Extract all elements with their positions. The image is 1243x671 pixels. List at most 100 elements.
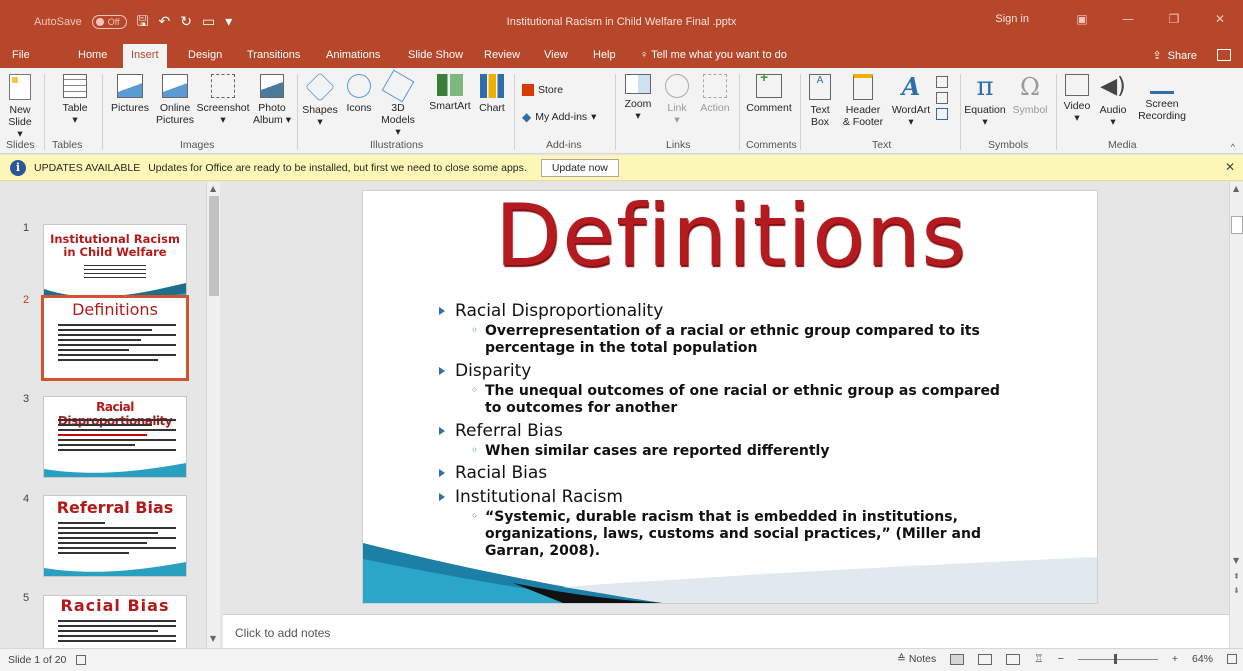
zoom-in-icon[interactable]: + xyxy=(1172,653,1178,665)
scroll-up-arrow-icon[interactable]: ▲ xyxy=(210,184,216,193)
ribbon: New Slide ▾ Table ▾ Pictures Online Pictu… xyxy=(0,68,1243,154)
object-icon[interactable] xyxy=(936,108,948,120)
icons-button[interactable]: Icons xyxy=(343,74,375,114)
tab-design[interactable]: Design xyxy=(188,49,222,61)
scroll-down-arrow-icon[interactable]: ▼ xyxy=(1233,556,1239,565)
audio-button[interactable]: ◀) Audio ▾ xyxy=(1096,74,1130,128)
slide-number-icon[interactable] xyxy=(936,92,948,104)
normal-view-icon[interactable] xyxy=(950,653,965,665)
slide-thumbnail-3[interactable]: Racial Disproportionality xyxy=(43,396,187,478)
share-button[interactable]: ⇪ Share xyxy=(1152,49,1197,63)
tab-help[interactable]: Help xyxy=(593,49,616,61)
customize-quick-access-icon[interactable]: ▾ xyxy=(225,15,232,29)
new-slide-button[interactable]: New Slide ▾ xyxy=(6,74,34,140)
tab-review[interactable]: Review xyxy=(484,49,520,61)
3d-models-button[interactable]: 3D Models ▾ xyxy=(378,69,418,138)
online-pictures-button[interactable]: Online Pictures xyxy=(155,74,195,126)
text-small-icons xyxy=(936,76,948,120)
smartart-button[interactable]: SmartArt xyxy=(426,74,474,112)
accessibility-icon[interactable] xyxy=(76,655,87,665)
tab-file[interactable]: File xyxy=(12,49,30,61)
slide-sorter-view-icon[interactable] xyxy=(978,653,993,665)
store-button[interactable]: Store xyxy=(522,84,563,96)
scroll-down-arrow-icon[interactable]: ▼ xyxy=(210,634,216,643)
maximize-icon[interactable]: ❐ xyxy=(1151,12,1197,26)
thumbnail-number: 2 xyxy=(23,294,30,306)
slide-scrollbar[interactable]: ▲ ▼ ⇞ ⇟ xyxy=(1229,182,1243,648)
comment-button[interactable]: + Comment xyxy=(744,70,794,114)
tab-transitions[interactable]: Transitions xyxy=(247,49,300,61)
action-button[interactable]: Action xyxy=(697,74,733,114)
collapse-ribbon-icon[interactable]: ^ xyxy=(1231,142,1235,152)
thumbnail-body-lines xyxy=(58,419,176,454)
bullet-level-2: When similar cases are reported differen… xyxy=(471,442,1005,460)
toggle-dot xyxy=(95,18,104,26)
undo-icon[interactable]: ↶ xyxy=(158,15,170,29)
comments-pane-icon[interactable] xyxy=(1217,49,1231,61)
autosave-toggle[interactable]: Off xyxy=(91,15,127,29)
omega-icon: Ω xyxy=(1020,73,1040,101)
photo-album-icon xyxy=(260,74,284,98)
previous-slide-icon[interactable]: ⇞ xyxy=(1233,572,1240,581)
slide-thumbnail-5[interactable]: Racial Bias xyxy=(43,595,187,648)
zoom-slider[interactable] xyxy=(1077,653,1158,664)
wordart-button[interactable]: A WordArt ▾ xyxy=(888,74,934,129)
equation-button[interactable]: π Equation ▾ xyxy=(962,74,1008,128)
save-icon[interactable]: 🖫 xyxy=(137,15,149,29)
scroll-up-arrow-icon[interactable]: ▲ xyxy=(1233,184,1239,193)
thumbnail-number: 4 xyxy=(23,493,30,505)
fit-slide-icon[interactable] xyxy=(1227,654,1237,664)
minimize-icon[interactable]: — xyxy=(1105,12,1151,26)
chart-button[interactable]: Chart xyxy=(476,74,508,114)
update-now-button[interactable]: Update now xyxy=(540,158,619,177)
text-box-button[interactable]: A Text Box xyxy=(806,74,834,128)
online-pictures-icon xyxy=(162,74,188,98)
ribbon-display-options-icon[interactable]: ▣ xyxy=(1059,12,1105,26)
notes-toggle-button[interactable]: ≙ Notes xyxy=(897,653,936,665)
tab-view[interactable]: View xyxy=(544,49,568,61)
zoom-level[interactable]: 64% xyxy=(1192,653,1213,665)
notes-placeholder[interactable]: Click to add notes xyxy=(235,626,330,640)
symbol-button[interactable]: Ω Symbol xyxy=(1010,74,1050,116)
zoom-out-icon[interactable]: − xyxy=(1058,653,1064,665)
next-slide-icon[interactable]: ⇟ xyxy=(1233,586,1240,595)
slide-editing-area: Definitions Racial Disproportionality Ov… xyxy=(223,182,1229,614)
notes-pane[interactable]: Click to add notes xyxy=(223,614,1229,648)
tell-me-search[interactable]: ♀ Tell me what you want to do xyxy=(640,49,787,61)
reading-view-icon[interactable] xyxy=(1006,653,1021,665)
photo-album-button[interactable]: Photo Album ▾ xyxy=(252,74,292,126)
slide-canvas[interactable]: Definitions Racial Disproportionality Ov… xyxy=(362,190,1098,604)
screen-recording-icon xyxy=(1150,74,1174,94)
thumbnail-scrollbar[interactable]: ▲ ▼ xyxy=(206,182,220,648)
thumbnail-title: Definitions xyxy=(72,300,158,319)
slide-show-view-icon[interactable]: ♖ xyxy=(1034,653,1043,665)
video-button[interactable]: Video ▾ xyxy=(1060,74,1094,124)
header-footer-button[interactable]: Header & Footer xyxy=(840,74,886,128)
slide-thumbnail-2[interactable]: Definitions xyxy=(41,295,189,381)
date-time-icon[interactable] xyxy=(936,76,948,88)
shapes-button[interactable]: Shapes ▾ xyxy=(302,72,338,128)
slide-thumbnail-1[interactable]: Institutional Racism in Child Welfare xyxy=(43,224,187,306)
slide-thumbnail-4[interactable]: Referral Bias xyxy=(43,495,187,577)
close-icon[interactable]: ✕ xyxy=(1225,160,1235,174)
zoom-slider-knob[interactable] xyxy=(1113,653,1117,664)
thumbnail-scrollbar-thumb[interactable] xyxy=(209,196,219,296)
tab-animations[interactable]: Animations xyxy=(326,49,380,61)
start-from-beginning-icon[interactable]: ▭ xyxy=(202,15,215,29)
screen-recording-button[interactable]: Screen Recording xyxy=(1136,74,1188,122)
tab-slide-show[interactable]: Slide Show xyxy=(408,49,463,61)
sign-in-link[interactable]: Sign in xyxy=(995,13,1029,25)
redo-icon[interactable]: ↻ xyxy=(180,15,192,29)
thumbnail-title: Referral Bias xyxy=(56,498,174,517)
link-button[interactable]: Link ▾ xyxy=(662,74,692,126)
table-button[interactable]: Table ▾ xyxy=(58,74,92,126)
zoom-button[interactable]: Zoom ▾ xyxy=(621,74,655,122)
slide-title[interactable]: Definitions xyxy=(363,191,1097,291)
pictures-button[interactable]: Pictures xyxy=(108,74,152,114)
my-addins-button[interactable]: ◆ My Add-ins ▾ xyxy=(522,110,596,124)
close-icon[interactable]: ✕ xyxy=(1197,12,1243,26)
tab-insert[interactable]: Insert xyxy=(123,44,167,68)
tab-home[interactable]: Home xyxy=(78,49,107,61)
screenshot-button[interactable]: Screenshot ▾ xyxy=(196,74,250,126)
slide-scrollbar-thumb[interactable] xyxy=(1231,216,1243,234)
